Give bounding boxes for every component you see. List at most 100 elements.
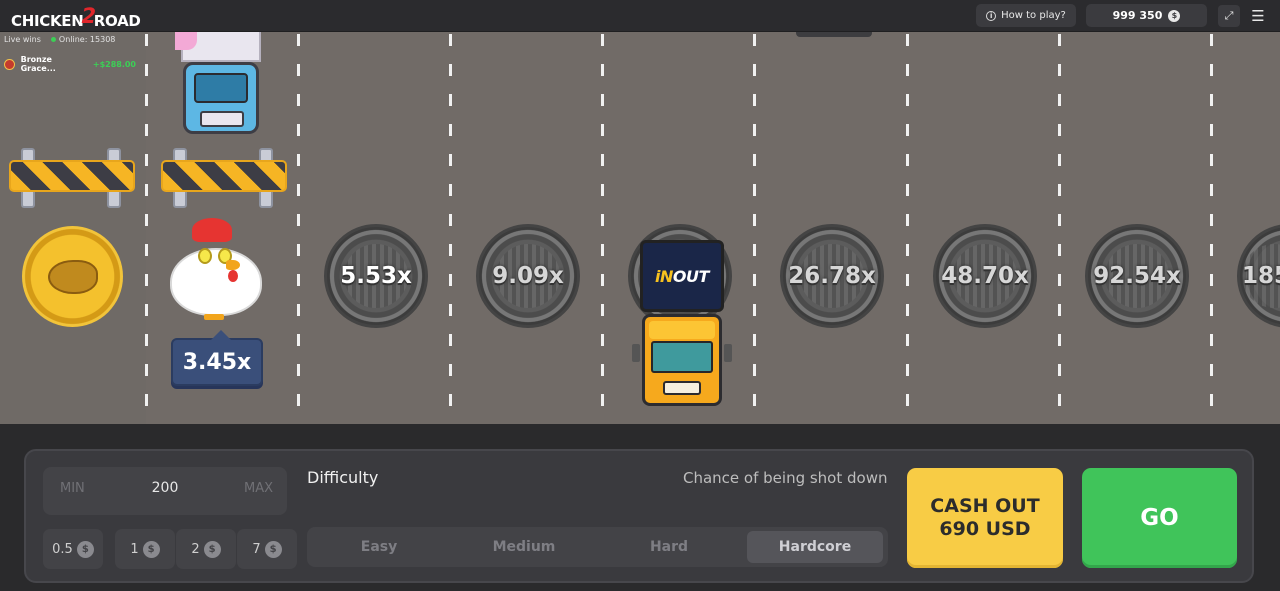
step-multiplier: 5.53x [340, 263, 412, 289]
dollar-coin-icon: $ [264, 540, 282, 558]
quick-bet-chip[interactable]: 0.5 $ [43, 529, 103, 569]
chicken-wattle [228, 270, 238, 282]
chicken-eye [198, 248, 212, 264]
current-multiplier: 3.45x [171, 330, 263, 386]
step-multiplier: 185 [1242, 263, 1280, 289]
chicken-body [170, 248, 262, 316]
truck-roof [649, 321, 715, 339]
quick-bet-chip[interactable]: 1 $ [115, 529, 175, 569]
step-multiplier: 48.70x [941, 263, 1029, 289]
truck-mirror [724, 344, 732, 362]
game-app: 3.45x 5.53x 9.09x 26.78x 48.70x 92.54x 1… [0, 0, 1280, 591]
difficulty-easy[interactable]: Easy [311, 531, 447, 563]
manhole-step[interactable]: 48.70x [933, 224, 1037, 328]
truck-mirror [632, 344, 640, 362]
road-barrier [161, 148, 287, 208]
difficulty-medium[interactable]: Medium [456, 531, 592, 563]
chip-value: 1 [130, 541, 139, 557]
roast-chicken-icon [47, 259, 98, 294]
bet-amount-input[interactable]: MIN 200 MAX [43, 467, 287, 515]
balance-amount: 999 350 [1112, 9, 1163, 22]
truck-cab [642, 314, 722, 406]
logo-number: 2 [81, 4, 96, 28]
lane-divider [906, 32, 909, 424]
online-dot-icon [50, 37, 56, 42]
yellow-truck: iNOUT [632, 240, 732, 408]
online-count-text: Online: 15308 [58, 35, 116, 44]
truck-logo-part-a: iN [655, 266, 673, 286]
avatar [4, 58, 15, 70]
cash-out-label: CASH OUT [930, 495, 1040, 517]
lane-divider [1210, 32, 1213, 424]
lane-divider [297, 32, 300, 424]
how-to-play-button[interactable]: i How to play? [976, 4, 1076, 27]
manhole-step[interactable]: 5.53x [324, 224, 428, 328]
fullscreen-icon[interactable]: ⤢ [1218, 5, 1240, 27]
logo-text-left: CHICKEN [11, 12, 84, 30]
lane-divider [601, 32, 604, 424]
chicken-character [166, 218, 264, 322]
game-logo: CHICKEN2ROAD [11, 4, 141, 31]
chicken-comb [192, 218, 232, 242]
dollar-coin-icon: $ [203, 540, 221, 558]
truck-grill [200, 111, 244, 127]
live-wins-panel: Live wins Online: 15308 Bronze Grace... … [0, 32, 136, 73]
gold-coin-icon [22, 226, 123, 327]
winner-amount: +$288.00 [92, 59, 136, 69]
dollar-coin-icon: $ [76, 540, 94, 558]
chip-value: 2 [191, 541, 200, 557]
lane-divider [145, 32, 148, 424]
cash-out-amount: 690 USD [939, 518, 1031, 540]
how-to-play-label: How to play? [1001, 10, 1066, 21]
blue-truck [175, 32, 267, 136]
live-win-entry: Bronze Grace... +$288.00 [4, 55, 136, 73]
truck-logo: iNOUT [655, 267, 709, 286]
chicken-beak [226, 260, 240, 270]
manhole-step[interactable]: 92.54x [1085, 224, 1189, 328]
manhole-step[interactable]: 26.78x [780, 224, 884, 328]
winner-name: Bronze Grace... [20, 55, 56, 73]
chip-value: 7 [252, 541, 261, 557]
info-icon: i [986, 10, 997, 21]
live-wins-label: Live wins [4, 35, 41, 44]
truck-decoration [175, 32, 197, 50]
hamburger-menu-icon[interactable]: ☰ [1248, 7, 1268, 25]
bottom-area: MIN 200 MAX 0.5 $ 1 $ 2 $ 7 $ Difficulty… [0, 424, 1280, 591]
bet-max-button[interactable]: MAX [244, 481, 273, 496]
lane-divider [449, 32, 452, 424]
road-barrier [9, 148, 135, 208]
truck-grill [663, 381, 701, 395]
barrier-stripes [161, 160, 287, 192]
step-multiplier: 92.54x [1093, 263, 1181, 289]
manhole-step[interactable]: 9.09x [476, 224, 580, 328]
truck-bumper [796, 32, 872, 37]
truck-windshield [651, 341, 713, 373]
truck-logo-part-b: OUT [672, 266, 710, 286]
difficulty-selector: Easy Medium Hard Hardcore [307, 527, 888, 567]
top-bar: CHICKEN2ROAD i How to play? 999 350 $ ⤢ … [0, 0, 1280, 32]
truck-windshield [194, 73, 248, 103]
go-button[interactable]: GO [1082, 468, 1237, 568]
difficulty-label: Difficulty [307, 468, 379, 487]
lane-divider [1058, 32, 1061, 424]
chicken-feet [204, 314, 224, 320]
cash-out-button[interactable]: CASH OUT 690 USD [907, 468, 1063, 568]
lane-divider [753, 32, 756, 424]
quick-bet-chip[interactable]: 2 $ [176, 529, 236, 569]
chip-value: 0.5 [52, 541, 73, 557]
dollar-coin-icon: $ [142, 540, 160, 558]
chance-label: Chance of being shot down [683, 469, 888, 487]
step-multiplier: 26.78x [788, 263, 876, 289]
difficulty-hardcore[interactable]: Hardcore [747, 531, 883, 563]
truck-cargo: iNOUT [640, 240, 724, 312]
step-multiplier: 9.09x [492, 263, 564, 289]
logo-text-right: ROAD [93, 12, 141, 30]
online-count: Online: 15308 [50, 35, 116, 44]
difficulty-hard[interactable]: Hard [601, 531, 737, 563]
truck-cab [183, 62, 259, 134]
balance-display: 999 350 $ [1086, 4, 1207, 27]
dollar-coin-icon: $ [1168, 9, 1181, 22]
quick-bet-chip[interactable]: 7 $ [237, 529, 297, 569]
bet-controls-panel: MIN 200 MAX 0.5 $ 1 $ 2 $ 7 $ Difficulty… [24, 449, 1254, 583]
barrier-stripes [9, 160, 135, 192]
